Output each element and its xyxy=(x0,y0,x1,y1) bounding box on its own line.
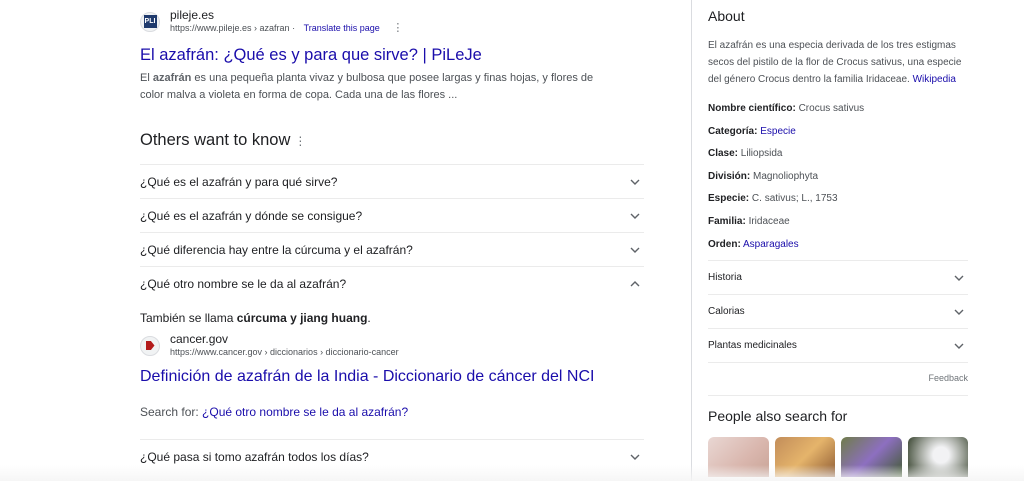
fact-category: Categoría: Especie xyxy=(708,125,796,137)
fact-class: Clase: Liliopsida xyxy=(708,148,783,160)
about-heading: About xyxy=(708,8,745,24)
chevron-down-icon xyxy=(954,343,964,349)
thumbnail-image[interactable] xyxy=(907,437,968,478)
answer-text: También se llama cúrcuma y jiang huang. xyxy=(140,311,371,325)
order-link[interactable]: Asparagales xyxy=(743,239,799,250)
search-for: Search for: ¿Qué otro nombre se le da al… xyxy=(140,405,409,419)
fact-scientific-name: Nombre científico: Crocus sativus xyxy=(708,103,865,114)
knowledge-panel: About El azafrán es una especia derivada… xyxy=(691,0,981,481)
fact-division: División: Magnoliophyta xyxy=(708,170,819,182)
pileje-logo-icon: PLI xyxy=(143,15,157,28)
result-title-link[interactable]: El azafrán: ¿Qué es y para que sirve? | … xyxy=(140,44,610,66)
site-favicon xyxy=(140,335,160,356)
chevron-down-icon xyxy=(630,213,640,219)
result-source[interactable]: PLI pileje.es https://www.pileje.es › az… xyxy=(140,8,610,35)
feedback-link[interactable]: Feedback xyxy=(708,373,968,393)
chevron-down-icon xyxy=(630,454,640,460)
thumbnail-image[interactable] xyxy=(841,437,902,478)
paa-answer: También se llama cúrcuma y jiang huang. … xyxy=(140,300,644,439)
facts-list: Nombre científico: Crocus sativus Catego… xyxy=(708,98,968,256)
row-calorias[interactable]: Calorias xyxy=(708,295,968,330)
thumbnail-image[interactable] xyxy=(708,437,769,478)
row-plantas-medicinales[interactable]: Plantas medicinales xyxy=(708,329,968,364)
paa-section: ¿Qué es el azafrán y para qué sirve? ¿Qu… xyxy=(140,164,644,473)
paa-question[interactable]: ¿Qué pasa si tomo azafrán todos los días… xyxy=(140,439,644,473)
translate-link[interactable]: Translate this page xyxy=(304,23,380,33)
chevron-down-icon xyxy=(630,179,640,185)
site-url: https://www.pileje.es › azafran xyxy=(170,23,290,33)
row-historia[interactable]: Historia xyxy=(708,261,968,296)
site-url-line: https://www.pileje.es › azafran · Transl… xyxy=(170,22,404,34)
chevron-up-icon xyxy=(630,280,640,286)
paa-question[interactable]: ¿Qué es el azafrán y para qué sirve? xyxy=(140,164,644,198)
paa-question[interactable]: ¿Qué es el azafrán y dónde se consigue? xyxy=(140,198,644,232)
about-description: El azafrán es una especia derivada de lo… xyxy=(708,40,962,85)
answer-title-link[interactable]: Definición de azafrán de la India - Dicc… xyxy=(140,367,644,387)
result-snippet: El azafrán es una pequeña planta vivaz y… xyxy=(140,72,594,101)
chevron-down-icon xyxy=(630,247,640,253)
fact-family: Familia: Iridaceae xyxy=(708,215,790,227)
thumbnail-image[interactable] xyxy=(774,437,835,478)
fact-order: Orden: Asparagales xyxy=(708,238,799,250)
answer-source[interactable]: cancer.gov https://www.cancer.gov › dicc… xyxy=(140,332,644,359)
more-options-icon[interactable]: ⋮ xyxy=(392,22,403,34)
divider xyxy=(708,395,968,397)
wikipedia-link[interactable]: Wikipedia xyxy=(913,74,956,85)
paa-question[interactable]: ¿Qué diferencia hay entre la cúrcuma y e… xyxy=(140,232,644,266)
fact-species: Especie: C. sativus; L., 1753 xyxy=(708,193,838,205)
search-for-link[interactable]: ¿Qué otro nombre se le da al azafrán? xyxy=(202,405,408,419)
site-url: https://www.cancer.gov › diccionarios › … xyxy=(170,347,399,357)
paa-options-icon[interactable]: ⋮ xyxy=(294,134,306,148)
chevron-down-icon xyxy=(954,275,964,281)
chevron-down-icon xyxy=(954,309,964,315)
site-favicon: PLI xyxy=(140,11,160,32)
paa-heading: Others want to know ⋮ xyxy=(140,131,307,149)
people-also-search-thumbnails xyxy=(708,437,968,478)
people-also-search-heading: People also search for xyxy=(708,408,848,425)
search-result-pileje: PLI pileje.es https://www.pileje.es › az… xyxy=(140,8,610,104)
expandable-rows: Historia Calorias Plantas medicinales xyxy=(708,260,968,364)
paa-question-expanded[interactable]: ¿Qué otro nombre se le da al azafrán? xyxy=(140,266,644,300)
cancer-gov-logo-icon xyxy=(145,341,155,350)
category-link[interactable]: Especie xyxy=(760,126,796,137)
site-name: cancer.gov xyxy=(170,332,229,346)
site-name: pileje.es xyxy=(170,8,215,22)
